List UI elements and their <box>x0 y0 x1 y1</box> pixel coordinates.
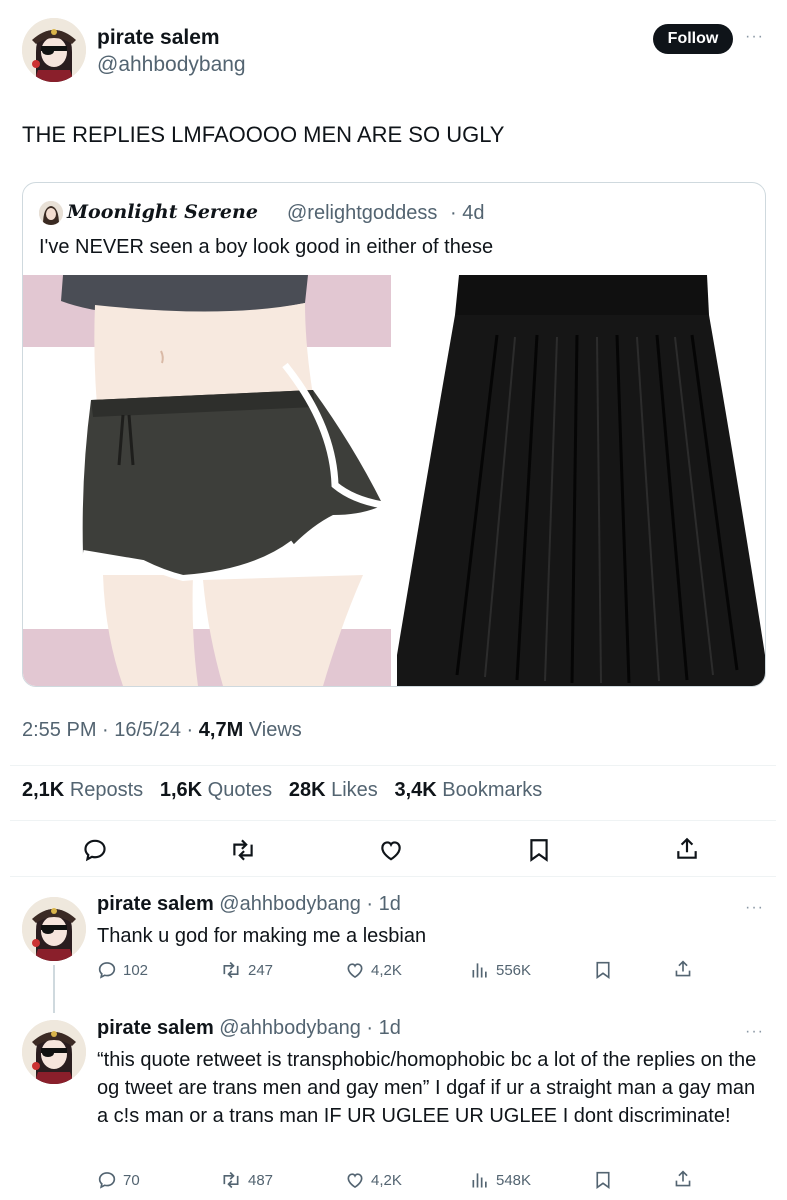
reply-icon <box>98 962 116 979</box>
bookmarks-stat[interactable]: 3,4K Bookmarks <box>394 779 542 801</box>
quotes-stat[interactable]: 1,6K Quotes <box>160 779 272 801</box>
divider <box>10 820 776 821</box>
divider <box>10 765 776 766</box>
bookmark-icon <box>596 961 610 979</box>
reply-count-button[interactable]: 70 <box>97 1170 140 1190</box>
thread-connector <box>53 965 55 1013</box>
reply-icon <box>84 839 106 862</box>
repost-count: 487 <box>248 1171 274 1189</box>
skirt-image[interactable] <box>397 275 765 686</box>
like-count: 4,2K <box>371 1171 402 1189</box>
reply-text: Thank u god for making me a lesbian <box>97 925 427 947</box>
reply-author-handle[interactable]: @ahhbodybang <box>219 1017 361 1039</box>
share-button[interactable] <box>675 836 699 862</box>
reply-time[interactable]: · 1d <box>366 893 400 915</box>
reply-author-name[interactable]: pirate salem <box>97 1017 214 1039</box>
likes-count: 28K <box>288 779 326 801</box>
share-icon <box>677 837 697 859</box>
bookmark-button[interactable] <box>594 1170 612 1190</box>
analytics-icon <box>472 963 487 978</box>
quotes-count: 1,6K <box>159 779 203 801</box>
like-count: 4,2K <box>371 961 402 979</box>
more-options-icon[interactable]: ··· <box>745 1023 764 1041</box>
reply-author-handle[interactable]: @ahhbodybang <box>219 893 361 915</box>
repost-count-button[interactable]: 247 <box>220 960 273 980</box>
quote-author-name[interactable]: Moonlight Serene <box>67 201 258 223</box>
views-count-button[interactable]: 556K <box>470 960 531 980</box>
share-icon <box>675 1170 691 1187</box>
likes-label: Likes <box>331 779 378 801</box>
analytics-icon <box>472 1173 487 1188</box>
views-count: 4,7M <box>198 719 244 741</box>
reply-avatar[interactable] <box>22 897 86 961</box>
views-count-button[interactable]: 548K <box>470 1170 531 1190</box>
bookmark-button[interactable] <box>527 837 551 863</box>
repost-button[interactable] <box>229 837 257 863</box>
views-count: 556K <box>496 961 532 979</box>
more-options-icon[interactable]: ··· <box>745 28 764 46</box>
reposts-stat[interactable]: 2,1K Reposts <box>22 779 143 801</box>
reposts-label: Reposts <box>69 779 144 801</box>
heart-icon <box>347 1173 363 1189</box>
reposts-count: 2,1K <box>22 779 65 801</box>
shorts-image[interactable] <box>23 275 391 686</box>
repost-icon <box>233 839 253 861</box>
tweet-stats: 2,1K Reposts 1,6K Quotes 28K Likes 3,4K … <box>22 779 542 802</box>
follow-button[interactable]: Follow <box>653 24 733 54</box>
reply-avatar[interactable] <box>22 1020 86 1084</box>
bookmark-button[interactable] <box>594 960 612 980</box>
reply-header: pirate salem @ahhbodybang · 1d <box>97 893 401 916</box>
tweet-timestamp[interactable]: 2:55 PM · 16/5/24 · 4,7M Views <box>22 719 302 742</box>
reply-count: 70 <box>123 1171 140 1189</box>
reply-time[interactable]: · 1d <box>366 1017 400 1039</box>
quote-text: I've NEVER seen a boy look good in eithe… <box>39 236 494 258</box>
more-options-icon[interactable]: ··· <box>745 899 764 917</box>
repost-count-button[interactable]: 487 <box>220 1170 273 1190</box>
heart-icon <box>381 841 401 861</box>
quote-author-avatar <box>39 201 63 225</box>
reply-text: “this quote retweet is transphobic/homop… <box>97 1049 757 1127</box>
like-count-button[interactable]: 4,2K <box>345 1170 402 1190</box>
author-handle[interactable]: @ahhbodybang <box>97 53 246 77</box>
repost-count: 247 <box>248 961 274 979</box>
quotes-label: Quotes <box>207 779 273 801</box>
author-name[interactable]: pirate salem <box>97 26 220 50</box>
views-count: 548K <box>496 1171 532 1189</box>
heart-icon <box>347 963 363 979</box>
reply-header: pirate salem @ahhbodybang · 1d <box>97 1017 401 1040</box>
bookmarks-label: Bookmarks <box>442 779 543 801</box>
like-count-button[interactable]: 4,2K <box>345 960 402 980</box>
author-avatar[interactable] <box>22 18 86 82</box>
divider <box>10 876 776 877</box>
tweet-time[interactable]: 2:55 PM · 16/5/24 · <box>22 719 199 741</box>
like-button[interactable] <box>378 837 404 863</box>
reply-count: 102 <box>123 961 149 979</box>
share-icon <box>675 960 691 977</box>
share-button[interactable] <box>674 1169 692 1189</box>
share-button[interactable] <box>674 959 692 979</box>
bookmarks-count: 3,4K <box>394 779 437 801</box>
reply-author-name[interactable]: pirate salem <box>97 893 214 915</box>
quoted-tweet-card[interactable]: Moonlight Serene @relightgoddess · 4d I'… <box>22 182 766 687</box>
views-label: Views <box>248 719 302 741</box>
reply-count-button[interactable]: 102 <box>97 960 148 980</box>
bookmark-icon <box>596 1171 610 1189</box>
bookmark-icon <box>530 839 548 862</box>
repost-icon <box>223 961 239 979</box>
quote-time[interactable]: · 4d <box>450 202 484 225</box>
tweet-text: THE REPLIES LMFAOOOO MEN ARE SO UGLY <box>22 122 505 147</box>
reply-button[interactable] <box>82 837 108 863</box>
quote-author-handle[interactable]: @relightgoddess <box>287 202 437 225</box>
reply-icon <box>98 1172 116 1189</box>
repost-icon <box>223 1171 239 1189</box>
likes-stat[interactable]: 28K Likes <box>289 779 378 801</box>
